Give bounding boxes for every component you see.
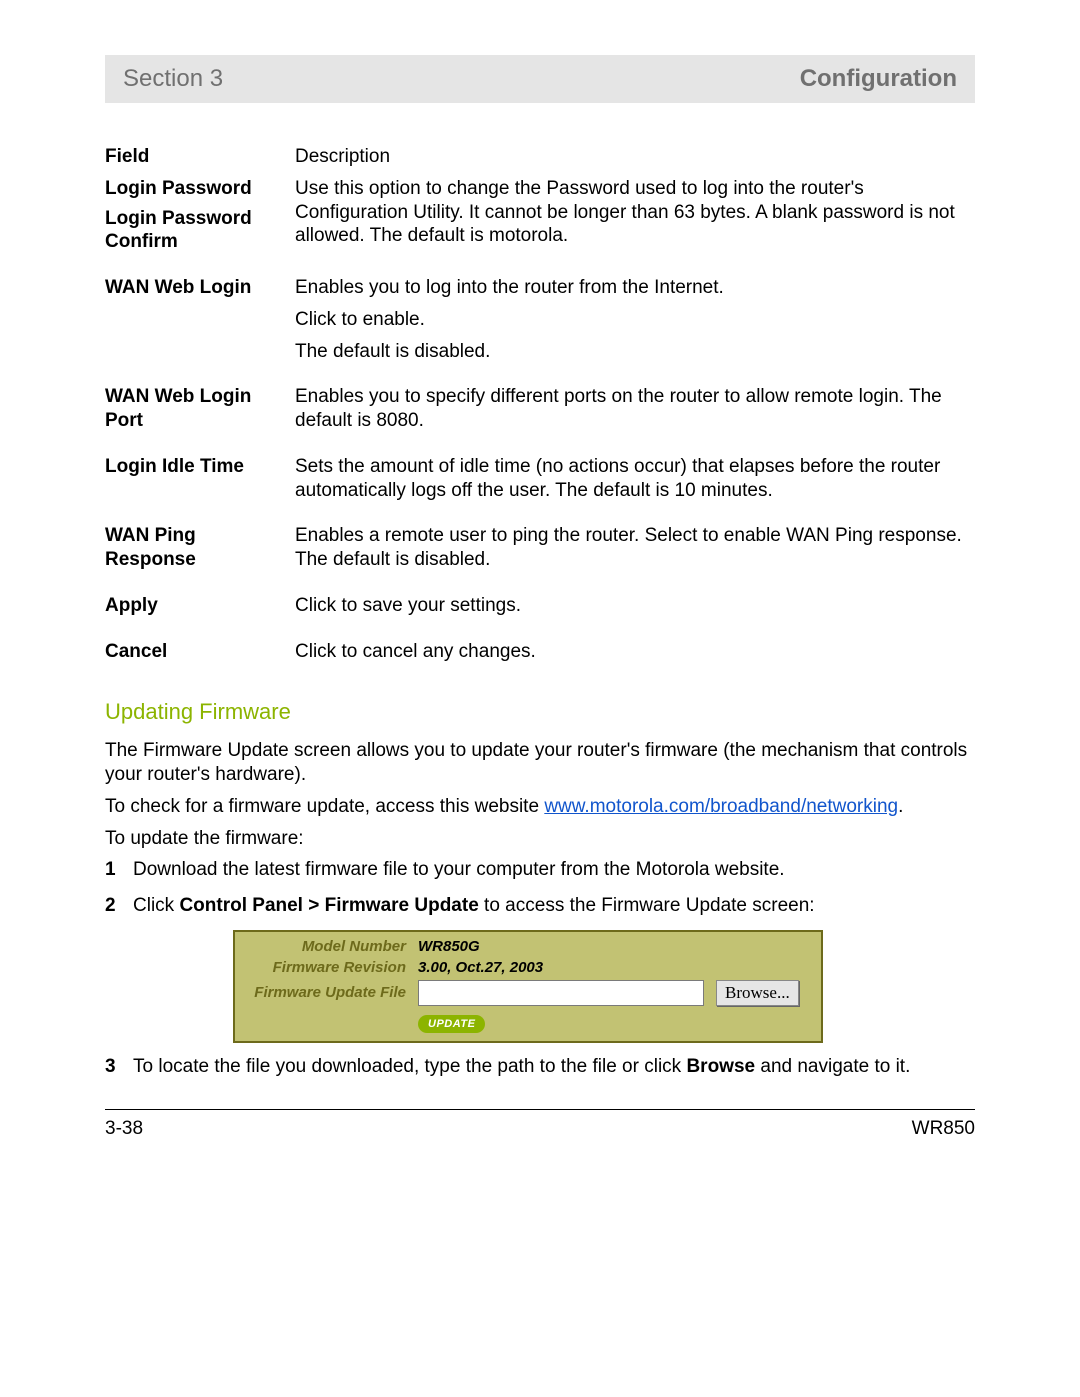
- step-number: 2: [105, 894, 133, 918]
- section-header-band: Section 3 Configuration: [105, 55, 975, 103]
- field-wan-web-login-port: WAN Web Login Port: [105, 385, 295, 433]
- section-label: Section 3: [123, 65, 223, 93]
- steps-list-cont: 3 To locate the file you downloaded, typ…: [105, 1055, 975, 1079]
- footer-rule: [105, 1109, 975, 1110]
- desc-wan-web-login-l2: Click to enable.: [295, 308, 975, 332]
- firmware-file-input[interactable]: [418, 980, 704, 1006]
- motorola-link[interactable]: www.motorola.com/broadband/networking: [544, 796, 898, 817]
- para2-post: .: [898, 796, 903, 817]
- step-text: Click Control Panel > Firmware Update to…: [133, 894, 975, 918]
- desc-wan-web-login-l1: Enables you to log into the router from …: [295, 276, 975, 300]
- step-text: To locate the file you downloaded, type …: [133, 1055, 975, 1079]
- section-title: Configuration: [800, 65, 957, 93]
- page-footer: 3-38 WR850: [105, 1118, 975, 1140]
- step-number: 3: [105, 1055, 133, 1079]
- field-login-password-confirm: Login Password Confirm: [105, 201, 295, 255]
- field-login-password: Login Password: [105, 177, 295, 201]
- step-2: 2 Click Control Panel > Firmware Update …: [105, 894, 975, 918]
- desc-apply: Click to save your settings.: [295, 594, 975, 618]
- desc-login-idle-time: Sets the amount of idle time (no actions…: [295, 455, 975, 503]
- firmware-revision-value: 3.00, Oct.27, 2003: [412, 957, 710, 978]
- steps-list: 1 Download the latest firmware file to y…: [105, 858, 975, 918]
- desc-wan-web-login-l3: The default is disabled.: [295, 340, 975, 364]
- field-apply: Apply: [105, 594, 295, 618]
- firmware-paragraph-1: The Firmware Update screen allows you to…: [105, 739, 975, 787]
- field-cancel: Cancel: [105, 640, 295, 664]
- document-model: WR850: [912, 1118, 975, 1140]
- page-number: 3-38: [105, 1118, 143, 1140]
- firmware-update-panel: Model Number WR850G Firmware Revision 3.…: [233, 930, 823, 1043]
- document-page: Section 3 Configuration Field Descriptio…: [0, 0, 1080, 1180]
- field-description-table: Field Description Login Password Use thi…: [105, 145, 975, 663]
- firmware-paragraph-2: To check for a firmware update, access t…: [105, 795, 975, 819]
- field-login-idle-time: Login Idle Time: [105, 455, 295, 503]
- step-1: 1 Download the latest firmware file to y…: [105, 858, 975, 882]
- step-3: 3 To locate the file you downloaded, typ…: [105, 1055, 975, 1079]
- step-number: 1: [105, 858, 133, 882]
- model-number-label: Model Number: [245, 936, 412, 957]
- firmware-paragraph-3: To update the firmware:: [105, 827, 975, 851]
- browse-button[interactable]: Browse...: [716, 980, 799, 1006]
- field-wan-web-login: WAN Web Login: [105, 276, 295, 300]
- desc-wan-ping-response: Enables a remote user to ping the router…: [295, 524, 975, 572]
- column-header-field: Field: [105, 145, 295, 169]
- step-text: Download the latest firmware file to you…: [133, 858, 975, 882]
- firmware-file-label: Firmware Update File: [245, 978, 412, 1008]
- para2-pre: To check for a firmware update, access t…: [105, 796, 544, 817]
- update-button[interactable]: UPDATE: [418, 1015, 485, 1033]
- column-header-description: Description: [295, 145, 975, 169]
- desc-login-password: Use this option to change the Password u…: [295, 177, 975, 254]
- field-wan-ping-response: WAN Ping Response: [105, 524, 295, 572]
- desc-wan-web-login-port: Enables you to specify different ports o…: [295, 385, 975, 433]
- model-number-value: WR850G: [412, 936, 710, 957]
- updating-firmware-heading: Updating Firmware: [105, 699, 975, 725]
- desc-cancel: Click to cancel any changes.: [295, 640, 975, 664]
- firmware-revision-label: Firmware Revision: [245, 957, 412, 978]
